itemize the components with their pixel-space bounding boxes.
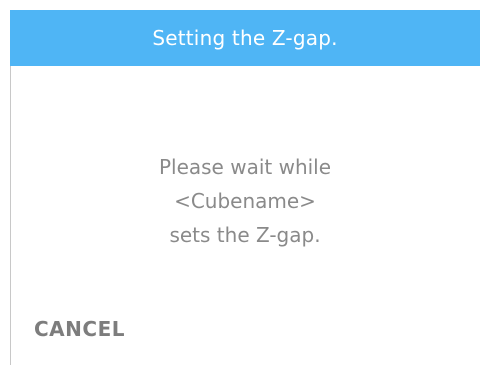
dialog-screen: Setting the Z-gap. Please wait while <Cu…	[0, 0, 480, 365]
message-line-1: Please wait while	[158, 155, 332, 179]
cancel-button[interactable]: CANCEL	[34, 317, 125, 341]
dialog-title: Setting the Z-gap.	[152, 26, 338, 50]
message-line-2: <Cubename>	[174, 189, 316, 213]
message-line-3: sets the Z-gap.	[169, 223, 321, 247]
dialog-header: Setting the Z-gap.	[10, 10, 480, 66]
wait-message: Please wait while <Cubename> sets the Z-…	[10, 150, 480, 252]
